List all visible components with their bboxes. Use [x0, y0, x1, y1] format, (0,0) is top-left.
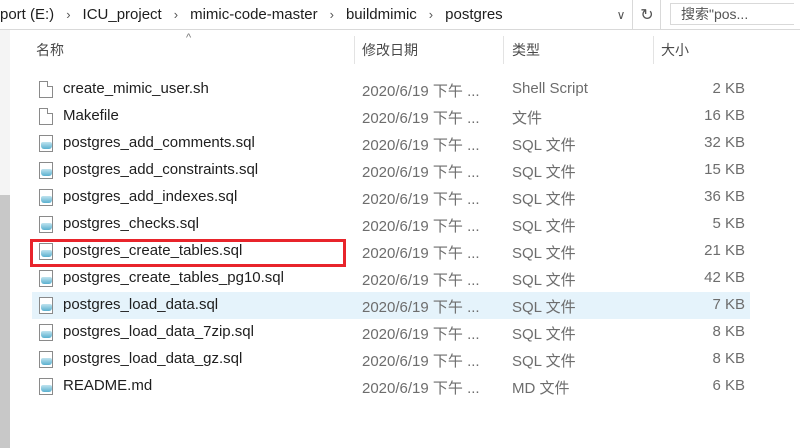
file-size: 8 KB	[712, 350, 745, 367]
file-row[interactable]: postgres_checks.sql 2020/6/19 下午 ... SQL…	[32, 211, 750, 238]
sql-file-icon	[39, 351, 53, 368]
search-input[interactable]: 搜索"pos...	[670, 3, 794, 25]
breadcrumb-icu-project[interactable]: ICU_project	[77, 6, 168, 23]
file-type: SQL 文件	[512, 164, 576, 181]
breadcrumb-drive[interactable]: port (E:)	[0, 6, 60, 23]
refresh-icon[interactable]: ↻	[634, 0, 661, 29]
chevron-down-icon[interactable]: ∨	[611, 0, 631, 29]
file-list: create_mimic_user.sh 2020/6/19 下午 ... Sh…	[32, 76, 750, 400]
file-name: postgres_load_data.sql	[63, 296, 219, 313]
file-date: 2020/6/19 下午 ...	[362, 191, 480, 208]
file-type: SQL 文件	[512, 191, 576, 208]
file-name: postgres_add_comments.sql	[63, 134, 255, 151]
file-date: 2020/6/19 下午 ...	[362, 380, 480, 397]
sql-file-icon	[39, 378, 53, 395]
column-header-size-label: 大小	[661, 42, 689, 58]
chevron-right-icon[interactable]: ›	[324, 7, 340, 22]
breadcrumb-buildmimic[interactable]: buildmimic	[340, 6, 423, 23]
chevron-right-icon[interactable]: ›	[423, 7, 439, 22]
breadcrumb[interactable]: port (E:) › ICU_project › mimic-code-mas…	[0, 0, 633, 29]
file-row[interactable]: postgres_load_data_7zip.sql 2020/6/19 下午…	[32, 319, 750, 346]
file-row[interactable]: postgres_create_tables_pg10.sql 2020/6/1…	[32, 265, 750, 292]
file-type: Shell Script	[512, 80, 588, 97]
sql-file-icon	[39, 162, 53, 179]
file-size: 16 KB	[704, 107, 745, 124]
file-row[interactable]: create_mimic_user.sh 2020/6/19 下午 ... Sh…	[32, 76, 750, 103]
address-bar: port (E:) › ICU_project › mimic-code-mas…	[0, 0, 800, 30]
file-date: 2020/6/19 下午 ...	[362, 326, 480, 343]
sql-file-icon	[39, 270, 53, 287]
file-type: SQL 文件	[512, 299, 576, 316]
file-row[interactable]: README.md 2020/6/19 下午 ... MD 文件 6 KB	[32, 373, 750, 400]
file-date: 2020/6/19 下午 ...	[362, 137, 480, 154]
sql-file-icon	[39, 135, 53, 152]
sql-file-icon	[39, 324, 53, 341]
document-icon	[39, 81, 53, 98]
chevron-right-icon[interactable]: ›	[168, 7, 184, 22]
file-name: postgres_add_constraints.sql	[63, 161, 259, 178]
sql-file-icon	[39, 189, 53, 206]
file-row[interactable]: postgres_add_indexes.sql 2020/6/19 下午 ..…	[32, 184, 750, 211]
file-type: SQL 文件	[512, 218, 576, 235]
file-name: postgres_create_tables_pg10.sql	[63, 269, 284, 286]
document-icon	[39, 108, 53, 125]
sql-file-icon	[39, 216, 53, 233]
file-name: postgres_checks.sql	[63, 215, 199, 232]
column-header-type[interactable]: 类型	[512, 30, 652, 70]
file-date: 2020/6/19 下午 ...	[362, 353, 480, 370]
file-size: 6 KB	[712, 377, 745, 394]
column-divider[interactable]	[354, 36, 355, 64]
annotation-highlight-box	[30, 239, 346, 267]
file-type: SQL 文件	[512, 272, 576, 289]
column-header-name-label: 名称	[36, 42, 64, 58]
column-header-modified[interactable]: 修改日期	[362, 30, 502, 70]
file-size: 32 KB	[704, 134, 745, 151]
file-name: postgres_load_data_7zip.sql	[63, 323, 254, 340]
navigation-scrollbar[interactable]	[0, 195, 10, 448]
file-row-selected[interactable]: postgres_load_data.sql 2020/6/19 下午 ... …	[32, 292, 750, 319]
file-size: 5 KB	[712, 215, 745, 232]
file-row[interactable]: postgres_load_data_gz.sql 2020/6/19 下午 .…	[32, 346, 750, 373]
breadcrumb-mimic-code-master[interactable]: mimic-code-master	[184, 6, 324, 23]
file-date: 2020/6/19 下午 ...	[362, 83, 480, 100]
file-type: SQL 文件	[512, 137, 576, 154]
file-type: SQL 文件	[512, 245, 576, 262]
file-date: 2020/6/19 下午 ...	[362, 299, 480, 316]
file-size: 21 KB	[704, 242, 745, 259]
column-header-name[interactable]: 名称	[36, 30, 354, 70]
column-divider[interactable]	[503, 36, 504, 64]
file-row[interactable]: postgres_add_comments.sql 2020/6/19 下午 .…	[32, 130, 750, 157]
file-size: 2 KB	[712, 80, 745, 97]
file-row[interactable]: Makefile 2020/6/19 下午 ... 文件 16 KB	[32, 103, 750, 130]
file-type: MD 文件	[512, 380, 570, 397]
file-name: postgres_add_indexes.sql	[63, 188, 238, 205]
file-date: 2020/6/19 下午 ...	[362, 245, 480, 262]
file-type: SQL 文件	[512, 326, 576, 343]
file-date: 2020/6/19 下午 ...	[362, 164, 480, 181]
file-size: 8 KB	[712, 323, 745, 340]
breadcrumb-postgres[interactable]: postgres	[439, 6, 509, 23]
file-size: 36 KB	[704, 188, 745, 205]
file-name: postgres_load_data_gz.sql	[63, 350, 243, 367]
file-date: 2020/6/19 下午 ...	[362, 218, 480, 235]
chevron-right-icon[interactable]: ›	[60, 7, 76, 22]
column-divider[interactable]	[653, 36, 654, 64]
sql-file-icon	[39, 297, 53, 314]
file-date: 2020/6/19 下午 ...	[362, 272, 480, 289]
file-type: SQL 文件	[512, 353, 576, 370]
file-name: Makefile	[63, 107, 119, 124]
file-size: 7 KB	[712, 296, 745, 313]
file-size: 42 KB	[704, 269, 745, 286]
file-name: create_mimic_user.sh	[63, 80, 209, 97]
column-header-size[interactable]: 大小	[661, 30, 751, 70]
file-date: 2020/6/19 下午 ...	[362, 110, 480, 127]
file-name: README.md	[63, 377, 153, 394]
file-size: 15 KB	[704, 161, 745, 178]
file-row[interactable]: postgres_add_constraints.sql 2020/6/19 下…	[32, 157, 750, 184]
file-type: 文件	[512, 110, 543, 127]
column-header-modified-label: 修改日期	[362, 42, 418, 58]
column-header-type-label: 类型	[512, 42, 540, 58]
